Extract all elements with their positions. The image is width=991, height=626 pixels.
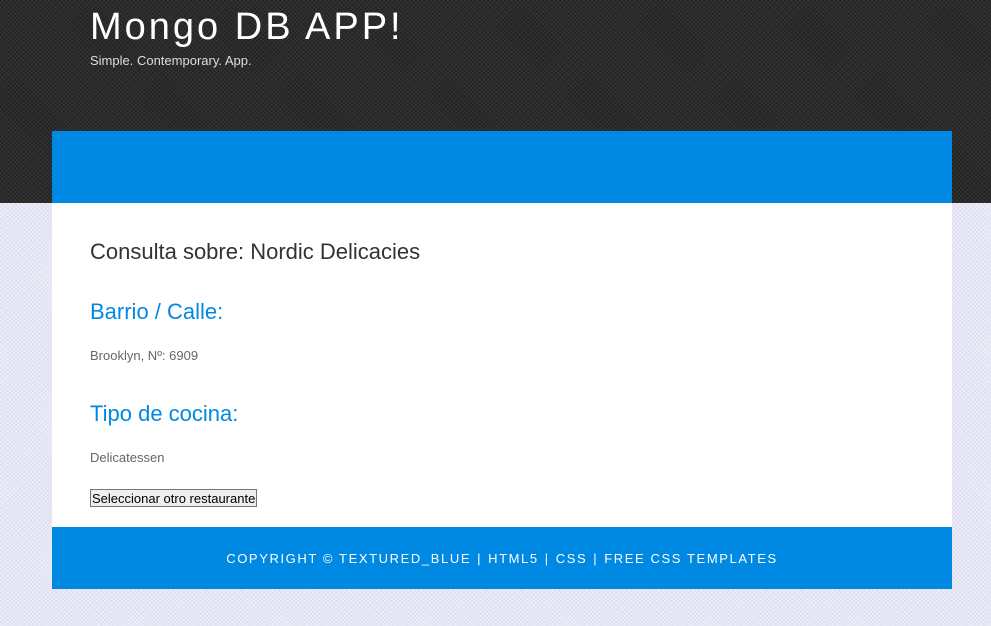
footer-link-css[interactable]: CSS — [556, 551, 588, 566]
address-value: Brooklyn, Nº: 6909 — [90, 348, 199, 363]
cuisine-heading: Tipo de cocina: — [90, 401, 239, 426]
footer-copyright: COPYRIGHT © TEXTURED_BLUE — [226, 550, 472, 566]
footer-link-free-css-templates[interactable]: FREE CSS TEMPLATES — [604, 551, 778, 566]
footer-separator: | — [544, 550, 550, 566]
cuisine-value: Delicatessen — [90, 450, 165, 465]
select-another-restaurant-button[interactable]: Seleccionar otro restaurante — [90, 489, 258, 507]
footer-separator: | — [593, 550, 599, 566]
address-heading: Barrio / Calle: — [90, 299, 224, 324]
page-title: Consulta sobre: Nordic Delicacies — [90, 239, 421, 264]
footer-link-html5[interactable]: HTML5 — [488, 551, 539, 566]
footer-separator: | — [477, 550, 483, 566]
nav-bar — [52, 131, 952, 203]
site-title: Mongo DB APP! — [90, 6, 404, 48]
site-tagline: Simple. Contemporary. App. — [90, 53, 252, 68]
main-content: Consulta sobre: Nordic Delicacies Barrio… — [52, 203, 952, 527]
footer: COPYRIGHT © TEXTURED_BLUE | HTML5 | CSS … — [52, 527, 952, 589]
